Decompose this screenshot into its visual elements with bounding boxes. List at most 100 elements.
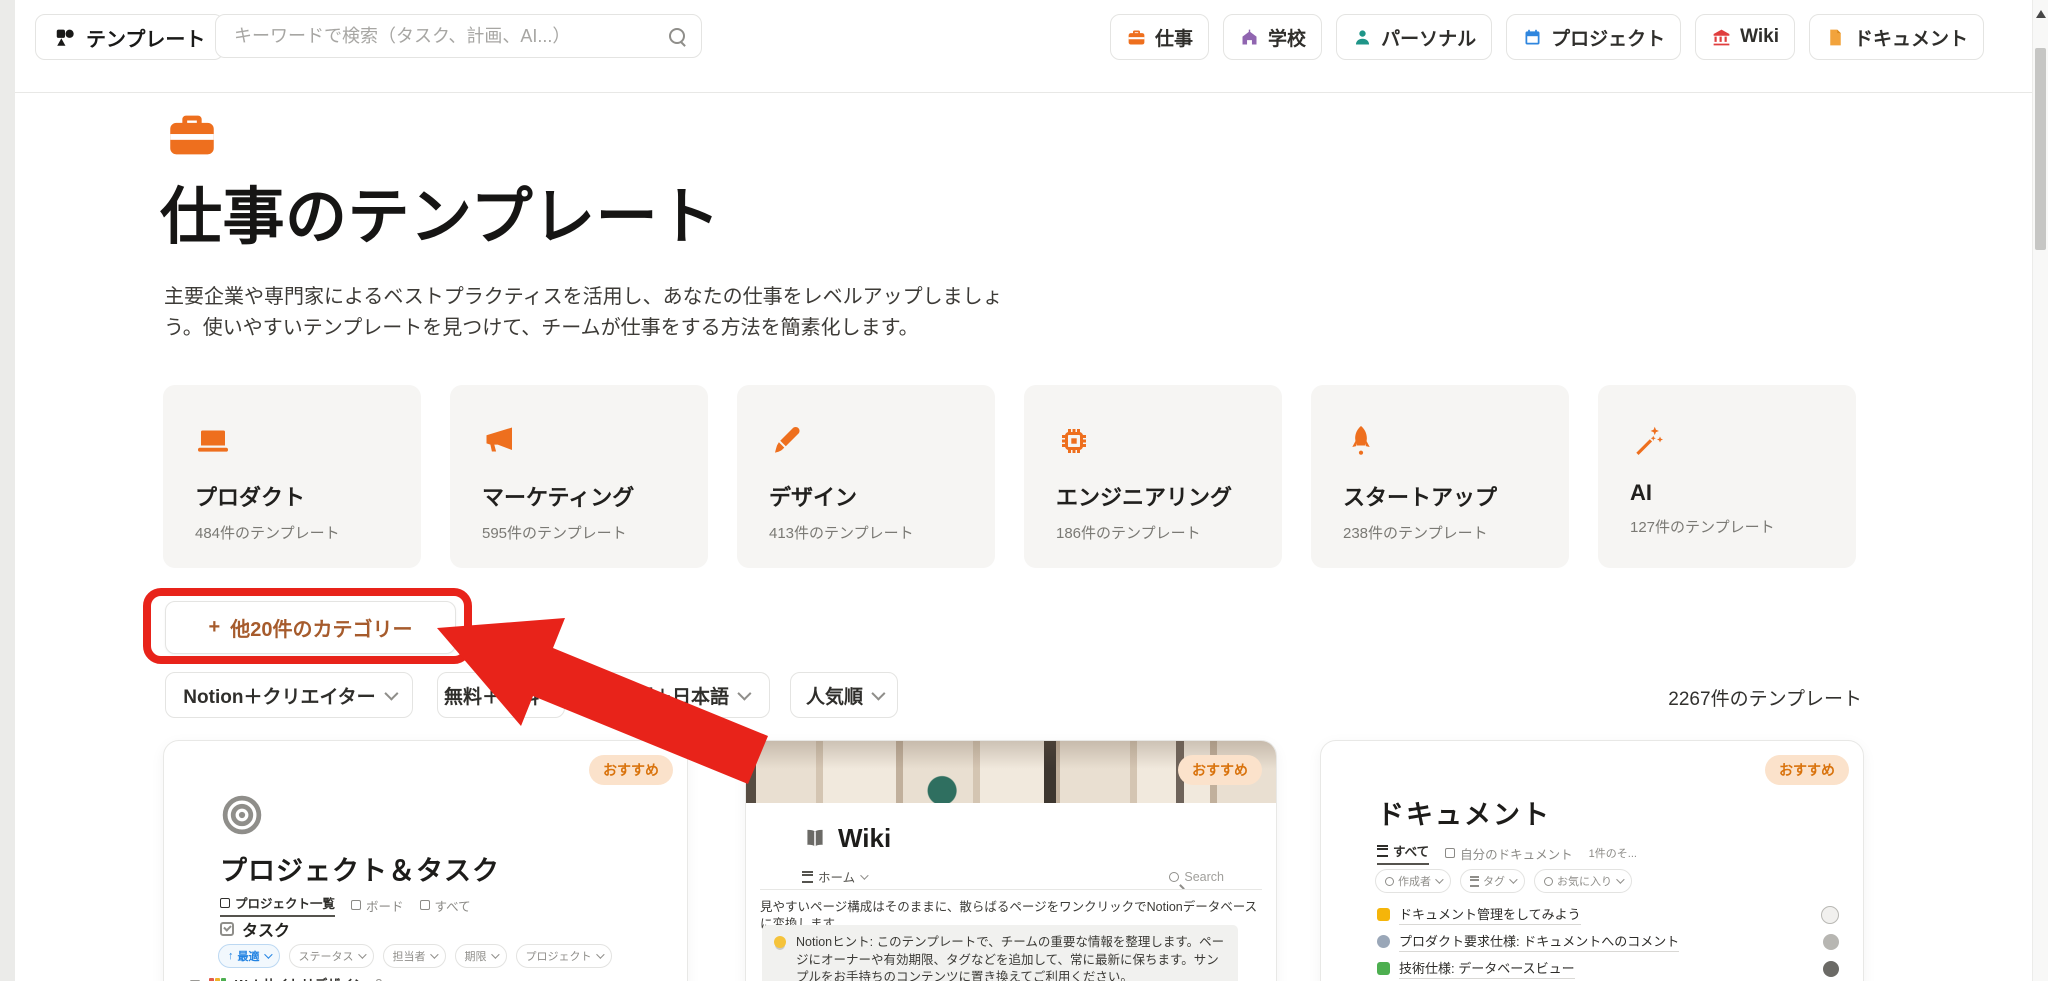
- chevron-down-icon: [547, 687, 561, 701]
- wiki-search[interactable]: Search: [1169, 870, 1224, 884]
- chip-label: ステータス: [299, 948, 354, 964]
- favorites-filter-chip[interactable]: お気に入り: [1534, 869, 1632, 893]
- page-description-line2: う。使いやすいテンプレートを見つけて、チームが仕事をする方法を簡素化します。: [164, 313, 1003, 344]
- view-tab-all[interactable]: すべて: [420, 893, 471, 917]
- category-count: 127件のテンプレート: [1630, 516, 1856, 537]
- category-card-engineering[interactable]: エンジニアリング 186件のテンプレート: [1024, 385, 1282, 568]
- chevron-down-icon: [491, 950, 499, 958]
- template-title: ドキュメント: [1377, 793, 1551, 832]
- view-tab-project-list[interactable]: プロジェクト一覧: [220, 893, 335, 917]
- doc-title: プロダクト要求仕様: ドキュメントへのコメント: [1399, 931, 1679, 952]
- chip-label: 担当者: [393, 948, 426, 964]
- view-tab-label: すべて: [435, 896, 471, 915]
- template-card-wiki[interactable]: おすすめ Wiki ホーム Search 見やすいページ構成はそのままに、散らば…: [745, 740, 1277, 981]
- wand-icon: [1630, 423, 1666, 459]
- view-tab-label: ボード: [366, 896, 404, 915]
- template-title: プロジェクト＆タスク: [220, 849, 500, 888]
- assignee-filter-chip[interactable]: 担当者: [383, 944, 446, 968]
- category-count: 238件のテンプレート: [1343, 522, 1569, 543]
- preview-view-tabs: プロジェクト一覧 ボード すべて: [220, 893, 471, 917]
- filter-language-label: 英語＋日本語: [615, 682, 729, 709]
- puzzle-icon: [1377, 962, 1390, 975]
- category-card-marketing[interactable]: マーケティング 595件のテンプレート: [450, 385, 708, 568]
- target-view-icon: [220, 898, 230, 908]
- list-view-icon: [802, 871, 813, 883]
- tasks-section-label: タスク: [242, 917, 290, 941]
- category-card-design[interactable]: デザイン 413件のテンプレート: [737, 385, 995, 568]
- nav-tab-label: 仕事: [1155, 24, 1193, 51]
- search-icon: [669, 28, 685, 44]
- project-filter-chip[interactable]: プロジェクト: [516, 944, 612, 968]
- doc-row[interactable]: プロダクト要求仕様: ドキュメントへのコメント: [1377, 928, 1823, 955]
- home-tab[interactable]: ホーム: [802, 867, 866, 886]
- vertical-scrollbar[interactable]: [2032, 0, 2048, 981]
- filter-creator-dropdown[interactable]: Notion＋クリエイター: [165, 672, 413, 718]
- filter-creator-label: Notion＋クリエイター: [183, 682, 375, 709]
- docs-view-tabs: すべて 自分のドキュメント 1件のそ...: [1377, 841, 1637, 865]
- chevron-down-icon: [1616, 875, 1624, 883]
- template-title-row: Wiki: [802, 823, 891, 854]
- task-group-row[interactable]: Webサイトリデザイン 3: [190, 974, 382, 981]
- docs-list: ドキュメント管理をしてみよう プロダクト要求仕様: ドキュメントへのコメント 技…: [1377, 901, 1823, 981]
- filter-price-dropdown[interactable]: 無料＋有料: [437, 672, 565, 718]
- category-count: 413件のテンプレート: [769, 522, 995, 543]
- person-circle-icon: [1385, 877, 1394, 886]
- school-icon: [1239, 27, 1260, 48]
- nav-tab-wiki[interactable]: Wiki: [1695, 14, 1795, 60]
- table-view-icon: [1445, 848, 1455, 858]
- doc-title: 技術仕様: データベースビュー: [1399, 958, 1575, 979]
- doc-row[interactable]: ドキュメント管理をしてみよう: [1377, 901, 1823, 928]
- avatar: [1821, 906, 1839, 924]
- chip-label: プロジェクト: [526, 948, 592, 964]
- sort-chip[interactable]: ↑最適: [218, 944, 280, 968]
- templates-home-button[interactable]: テンプレート: [35, 14, 224, 60]
- scroll-up-arrow-icon[interactable]: [2036, 10, 2046, 18]
- chip-label: 作成者: [1398, 873, 1431, 889]
- tag-icon: [1470, 876, 1479, 887]
- nav-tab-projects[interactable]: プロジェクト: [1506, 14, 1681, 60]
- results-count: 2267件のテンプレート: [1620, 684, 1862, 711]
- top-navigation-bar: テンプレート 仕事 学校: [15, 0, 2032, 93]
- chevron-down-icon: [596, 950, 604, 958]
- search-input[interactable]: [232, 25, 669, 48]
- person-icon: [1352, 27, 1373, 48]
- nav-tab-personal[interactable]: パーソナル: [1336, 14, 1492, 60]
- view-tab-board[interactable]: ボード: [351, 893, 404, 917]
- tag-filter-chip[interactable]: タグ: [1460, 869, 1525, 893]
- view-tab-label: 1件のそ...: [1589, 845, 1637, 861]
- status-filter-chip[interactable]: ステータス: [289, 944, 374, 968]
- search-box[interactable]: [215, 14, 702, 58]
- docs-tab-more[interactable]: 1件のそ...: [1589, 845, 1637, 861]
- doc-row[interactable]: 技術仕様: データベースビュー: [1377, 955, 1823, 981]
- category-card-startup[interactable]: スタートアップ 238件のテンプレート: [1311, 385, 1569, 568]
- filter-sort-dropdown[interactable]: 人気順: [790, 672, 898, 718]
- template-card-docs[interactable]: おすすめ ドキュメント すべて 自分のドキュメント 1件のそ... 作成者 タグ…: [1320, 740, 1864, 981]
- calendar-icon: [1522, 27, 1543, 48]
- template-card-projects-tasks[interactable]: おすすめ プロジェクト＆タスク プロジェクト一覧 ボード すべて タスク ↑最適…: [163, 740, 688, 981]
- celebration-icon: [1377, 908, 1390, 921]
- docs-tab-all[interactable]: すべて: [1377, 841, 1429, 865]
- lightbulb-icon: [774, 936, 786, 948]
- recommended-badge: おすすめ: [589, 755, 673, 785]
- creator-filter-chip[interactable]: 作成者: [1375, 869, 1451, 893]
- docs-tab-mine[interactable]: 自分のドキュメント: [1445, 844, 1573, 863]
- board-view-icon: [351, 900, 361, 910]
- work-category-icon: [163, 106, 221, 164]
- filter-language-dropdown[interactable]: 英語＋日本語: [593, 672, 770, 718]
- nav-tab-documents[interactable]: ドキュメント: [1809, 14, 1984, 60]
- doc-title: ドキュメント管理をしてみよう: [1399, 904, 1581, 925]
- target-icon: [220, 793, 264, 837]
- home-tab-label: ホーム: [818, 867, 855, 886]
- rocket-icon: [1343, 423, 1379, 459]
- category-card-product[interactable]: プロダクト 484件のテンプレート: [163, 385, 421, 568]
- nav-tab-school[interactable]: 学校: [1223, 14, 1322, 60]
- recommended-badge: おすすめ: [1178, 755, 1262, 785]
- due-filter-chip[interactable]: 期限: [455, 944, 507, 968]
- category-label: スタートアップ: [1343, 480, 1569, 512]
- chip-label: 最適: [238, 948, 260, 964]
- more-categories-button[interactable]: + 他20件のカテゴリー: [165, 601, 456, 654]
- scrollbar-thumb[interactable]: [2035, 48, 2046, 250]
- nav-tab-work[interactable]: 仕事: [1110, 14, 1209, 60]
- nav-tab-label: ドキュメント: [1854, 24, 1968, 51]
- category-card-ai[interactable]: AI 127件のテンプレート: [1598, 385, 1856, 568]
